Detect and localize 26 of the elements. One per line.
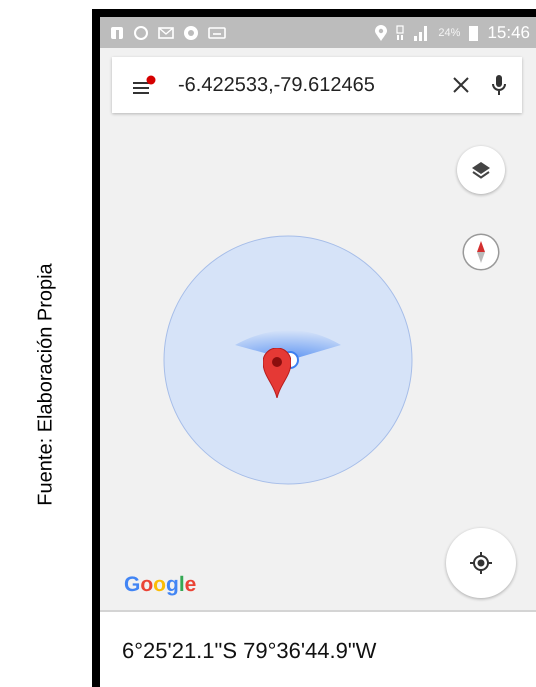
voicemail-icon [208, 26, 226, 38]
map-pin-icon [263, 348, 291, 398]
close-icon[interactable] [452, 76, 470, 94]
circle-app-icon [183, 24, 199, 40]
search-query[interactable]: -6.422533,-79.612465 [178, 74, 430, 96]
map-logo: Google [124, 573, 196, 597]
signal-icon [413, 24, 430, 40]
location-pin-icon [375, 24, 388, 40]
clock-time: 15:46 [487, 22, 530, 42]
compass-icon [476, 240, 486, 264]
network-type-icon [396, 24, 404, 40]
search-bar[interactable]: -6.422533,-79.612465 [112, 57, 522, 113]
compass-button[interactable] [464, 235, 498, 269]
battery-percentage: 24% [438, 26, 460, 38]
crosshair-icon [469, 551, 493, 575]
menu-icon[interactable] [132, 75, 156, 95]
figure-caption: Fuente: Elaboración Propia [34, 263, 58, 506]
chat-bubble-icon [133, 24, 149, 40]
battery-icon [469, 24, 478, 40]
coordinates-text: 6°25'21.1"S 79°36'44.9"W [121, 637, 378, 664]
microphone-icon[interactable] [492, 74, 506, 96]
layers-button[interactable] [457, 146, 505, 194]
layers-icon [471, 161, 491, 179]
my-location-button[interactable] [446, 528, 516, 598]
mail-icon [158, 26, 174, 38]
square-app-icon [110, 26, 124, 40]
